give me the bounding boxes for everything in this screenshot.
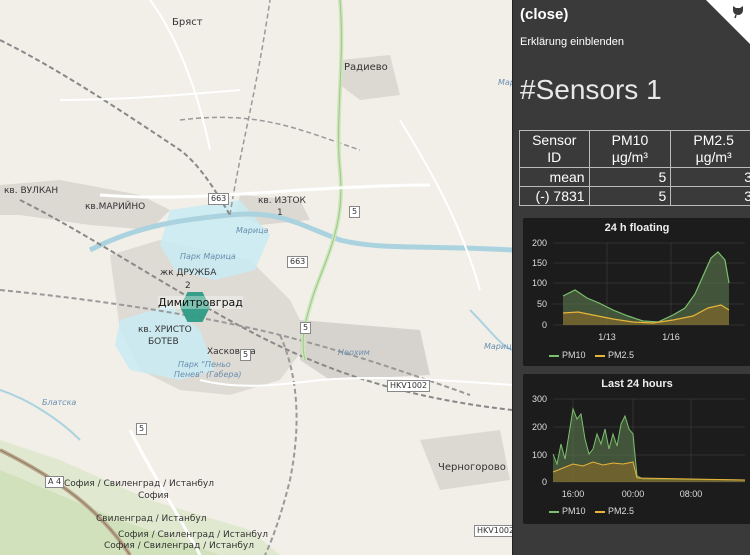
y-tick: 100 xyxy=(532,450,547,460)
y-tick: 100 xyxy=(532,278,547,288)
road-shield: 663 xyxy=(287,256,309,268)
town-label: Черногорово xyxy=(438,462,506,473)
district-label: кв. ИЗТОК xyxy=(258,196,306,206)
table-header: Sensor ID xyxy=(519,130,590,168)
y-tick: 150 xyxy=(532,258,547,268)
park-label: Пенев" (Габера) xyxy=(174,370,242,379)
x-tick: 00:00 xyxy=(622,489,645,499)
district-label: БОТЕВ xyxy=(148,337,179,347)
sensor-id-toggle[interactable]: (-) 7831 xyxy=(519,186,590,206)
legend-pm25[interactable]: PM2.5 xyxy=(595,350,634,360)
close-button[interactable]: (close) xyxy=(520,6,568,23)
table-cell: 3 xyxy=(670,167,750,187)
legend-pm10[interactable]: PM10 xyxy=(549,350,586,360)
y-ticks: 300 200 100 0 xyxy=(532,394,547,487)
map-view[interactable]: Бряст Радиево кв. ВУЛКАН кв.МАРИЙНО кв. … xyxy=(0,0,512,555)
road-shield: HKV1002 xyxy=(474,525,512,537)
river-label: Марица xyxy=(236,226,269,235)
table-row: (-) 7831 5 3 xyxy=(519,186,750,206)
area-label: Неохим xyxy=(338,348,370,357)
legend-pm25[interactable]: PM2.5 xyxy=(595,506,634,516)
road-shield: HKV1002 xyxy=(387,380,431,392)
x-tick: 1/13 xyxy=(598,332,616,342)
chart-last-24-hours: Last 24 hours 300 200 100 0 16:00 00:00 … xyxy=(523,374,750,524)
city-label: Димитровград xyxy=(158,296,243,309)
sensor-count-title: #Sensors 1 xyxy=(520,74,662,105)
x-tick: 08:00 xyxy=(680,489,703,499)
y-tick: 300 xyxy=(532,394,547,404)
table-header: PM10 µg/m³ xyxy=(588,130,672,168)
park-label: Парк "Пеньо xyxy=(178,360,231,369)
x-tick: 16:00 xyxy=(562,489,585,499)
road-label: София / Свиленград / Истанбул xyxy=(104,541,254,551)
table-cell: mean xyxy=(519,167,590,187)
sensor-table: Sensor ID PM10 µg/m³ PM2.5 µg/m³ mean 5 … xyxy=(519,130,750,206)
table-cell: 5 xyxy=(588,186,672,206)
district-label: кв. ВУЛКАН xyxy=(4,186,59,196)
district-label: кв.МАРИЙНО xyxy=(85,202,146,212)
district-label: 1 xyxy=(277,208,283,218)
y-tick: 200 xyxy=(532,422,547,432)
river-label: Блатска xyxy=(42,398,77,407)
sensor-sidebar: (close) Erklärung einblenden #Sensors 1 … xyxy=(512,0,750,555)
river-label: Марица xyxy=(484,342,512,351)
district-label: кв. ХРИСТО xyxy=(138,325,192,335)
table-cell: 3 xyxy=(670,186,750,206)
road-shield: 5 xyxy=(349,206,361,218)
town-label: Радиево xyxy=(344,62,388,73)
map-base xyxy=(0,0,512,555)
river-label: Марица xyxy=(498,78,512,87)
y-ticks: 200 150 100 50 0 xyxy=(532,238,547,330)
table-header: PM2.5 µg/m³ xyxy=(670,130,750,168)
road-label: София / Свиленград / Истанбул xyxy=(118,530,268,540)
y-tick: 0 xyxy=(542,320,547,330)
park-label: Парк Марица xyxy=(180,252,236,261)
town-label: Бряст xyxy=(172,17,203,28)
y-tick: 50 xyxy=(537,299,547,309)
district-label: жк ДРУЖБА xyxy=(160,268,217,278)
district-label: 2 xyxy=(185,281,191,291)
github-icon[interactable] xyxy=(730,3,746,19)
show-explanation-link[interactable]: Erklärung einblenden xyxy=(520,36,624,48)
road-label: София / Свиленград / Истанбул xyxy=(64,479,214,489)
legend-pm10[interactable]: PM10 xyxy=(549,506,586,516)
table-row: mean 5 3 xyxy=(519,167,750,187)
chart-svg: 300 200 100 0 16:00 00:00 08:00 xyxy=(532,394,746,499)
y-tick: 0 xyxy=(542,477,547,487)
road-shield: 5 xyxy=(136,423,148,435)
y-tick: 200 xyxy=(532,238,547,248)
road-shield: A 4 xyxy=(45,476,65,488)
chart-24h-floating: 24 h floating 200 150 100 50 0 1/13 1/16… xyxy=(523,218,750,366)
road-shield: 5 xyxy=(300,322,312,334)
road-shield: 5 xyxy=(240,349,252,361)
x-tick: 1/16 xyxy=(662,332,680,342)
road-shield: 663 xyxy=(208,193,230,205)
table-cell: 5 xyxy=(588,167,672,187)
road-label: София xyxy=(138,491,169,501)
road-label: Свиленград / Истанбул xyxy=(96,514,207,524)
chart-svg: 200 150 100 50 0 1/13 1/16 xyxy=(532,238,745,342)
